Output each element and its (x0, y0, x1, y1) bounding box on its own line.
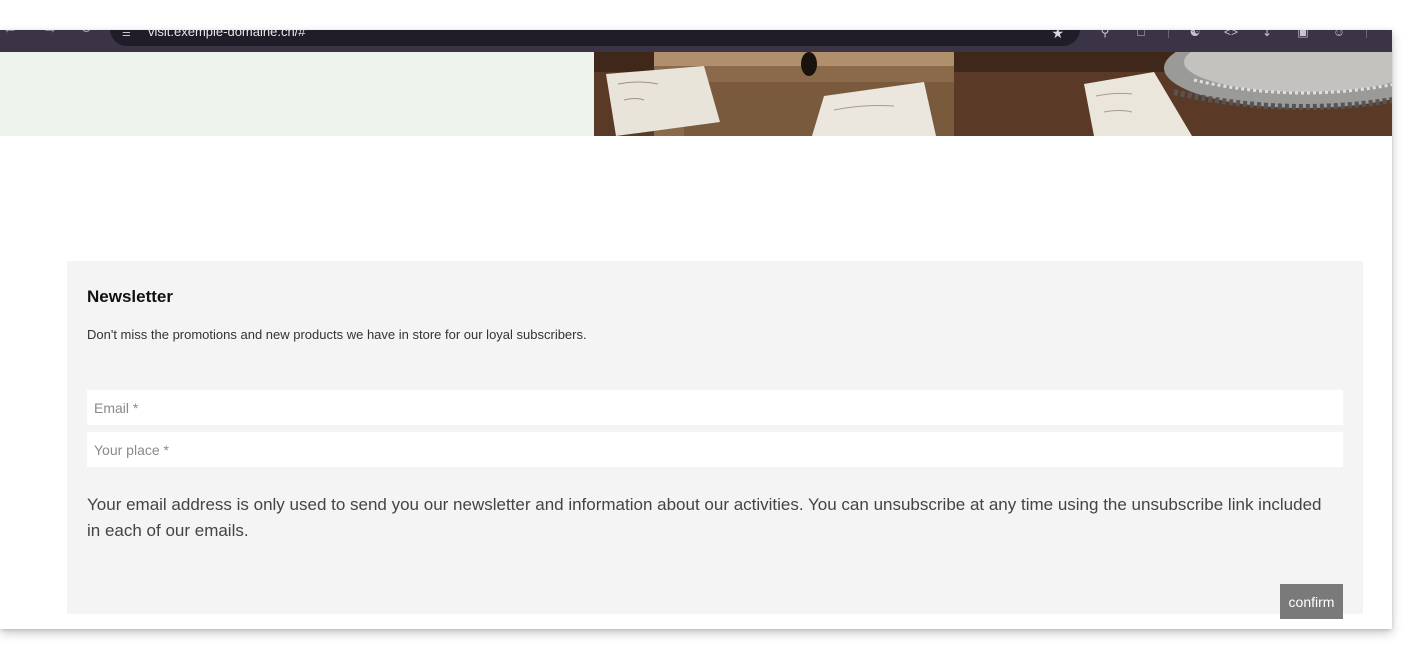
privacy-notice: Your email address is only used to send … (87, 495, 1322, 540)
save-icon[interactable]: □ (1132, 30, 1150, 41)
address-bar[interactable]: ☰ visit.exemple-domaine.ch/# ★ (110, 30, 1080, 46)
toolbar-divider (1168, 30, 1169, 38)
profile-icon[interactable]: ☺ (1330, 30, 1348, 41)
newsletter-title: Newsletter (87, 287, 173, 306)
browser-window: ← → ↻ ☰ visit.exemple-domaine.ch/# ★ ⚲ □… (0, 30, 1392, 629)
hero-panel (0, 52, 594, 136)
email-field[interactable] (87, 390, 1343, 425)
place-field[interactable] (87, 432, 1343, 467)
url-text[interactable]: visit.exemple-domaine.ch/# (148, 30, 306, 39)
back-icon[interactable]: ← (0, 30, 20, 39)
hero-photo-illustration (594, 52, 1392, 136)
zoom-icon[interactable]: ⚲ (1096, 30, 1114, 41)
forward-icon[interactable]: → (40, 30, 60, 39)
newsletter-section: Newsletter Don't miss the promotions and… (67, 261, 1363, 619)
newsletter-intro: Don't miss the promotions and new produc… (87, 327, 587, 342)
browser-toolbar: ← → ↻ ☰ visit.exemple-domaine.ch/# ★ ⚲ □… (0, 30, 1392, 52)
download-icon[interactable]: ↧ (1258, 30, 1276, 41)
confirm-button[interactable]: confirm (1280, 584, 1343, 619)
star-icon[interactable]: ★ (1051, 30, 1064, 42)
site-info-icon[interactable]: ☰ (122, 30, 131, 39)
translate-icon[interactable]: ☯ (1186, 30, 1204, 41)
toolbar-divider (1366, 30, 1367, 38)
code-icon[interactable]: <> (1222, 30, 1240, 41)
photo-icon (594, 52, 1392, 136)
tab-icon[interactable]: ▣ (1294, 30, 1312, 41)
reload-icon[interactable]: ↻ (76, 30, 96, 39)
